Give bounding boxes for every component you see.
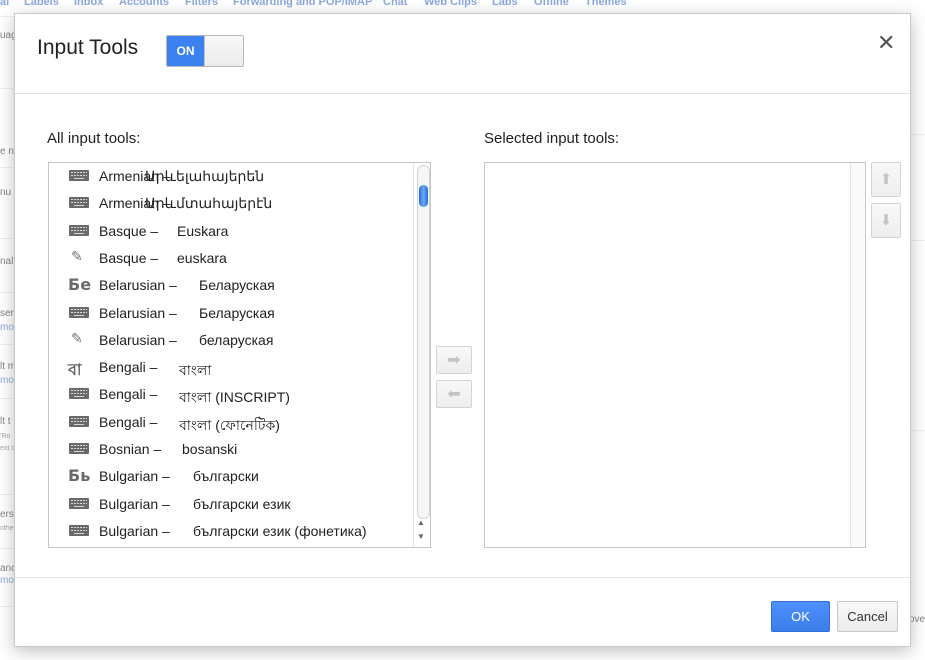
tool-language-name: Bengali – [99,386,158,403]
icon-glyph: Бе [68,275,92,295]
input-tool-item[interactable]: Bengali – বাংলা (INSCRIPT) [49,381,412,408]
keyboard-icon [67,222,91,240]
remove-tool-button[interactable]: ⬅ [436,380,472,408]
toggle-knob[interactable] [204,36,243,66]
tool-language-name: Basque – [99,249,159,266]
tool-language-name: Bengali – [99,359,158,376]
arrow-left-icon: ⬅ [447,384,461,403]
header-divider [15,93,910,94]
ok-button[interactable]: OK [771,601,830,632]
tool-language-name: Bulgarian – [99,522,170,539]
keyboard-icon [67,413,91,431]
tool-native-name: Արևելահայերեն [145,168,265,184]
move-up-button[interactable]: ⬆ [871,162,901,197]
keyboard-icon [67,385,91,403]
tool-native-name: বাংলা [179,362,212,379]
keyboard-glyph [69,524,89,536]
tool-native-name: български [193,468,259,485]
tool-language-name: Belarusian – [99,331,177,348]
pencil-icon: ✎ [67,249,91,267]
input-tool-item[interactable]: Bengali – বাংলা (ফোনেটিক) [49,409,412,436]
tool-native-name: Արևմտահայերէն [145,195,273,212]
keyboard-glyph [69,443,89,454]
scrollbar-track[interactable] [417,165,430,519]
input-tool-item[interactable]: Basque – Euskara [49,218,412,245]
transliteration-icon: Бе [67,275,92,295]
selected-input-tools-label: Selected input tools: [484,130,620,147]
keyboard-icon [67,522,91,540]
selected-input-tools-list[interactable] [484,162,866,548]
input-tool-item[interactable]: Бе Belarusian – Беларуская [49,272,412,299]
footer-divider [15,577,910,578]
input-tool-item[interactable]: ✎ Belarusian – беларуская [49,327,412,354]
input-tool-item[interactable]: Bulgarian – български език (фонетика) [49,518,412,545]
tool-native-name: беларуская [199,331,274,348]
tool-native-name: Euskara [177,222,229,239]
tool-language-name: Belarusian – [99,304,177,321]
selected-list-scrollbar[interactable] [850,163,865,547]
keyboard-glyph [69,306,89,318]
input-tool-item[interactable]: ✎ Basque – euskara [49,245,412,272]
tool-native-name: bosanski [182,441,238,457]
keyboard-icon [67,167,91,185]
tool-language-name: Bosnian – [99,441,162,457]
keyboard-icon [67,194,91,212]
all-input-tools-label: All input tools: [47,130,141,147]
input-tools-toggle[interactable]: ON [166,35,244,67]
add-tool-button[interactable]: ➡ [436,346,472,374]
tool-native-name: български език (фонетика) [193,522,367,539]
input-tool-item[interactable]: Belarusian – Беларуская [49,300,412,327]
close-icon[interactable]: ✕ [877,32,895,54]
icon-glyph: ✎ [71,248,83,265]
tool-native-name: বাংলা (INSCRIPT) [179,389,290,406]
tool-language-name: Basque – [99,222,159,239]
arrow-down-icon: ⬇ [879,211,893,229]
keyboard-glyph [69,388,89,400]
keyboard-glyph [69,197,89,209]
icon-glyph: বা [68,360,82,380]
transliteration-icon: বা [67,358,91,379]
cancel-button[interactable]: Cancel [837,601,898,632]
keyboard-glyph [69,415,89,427]
icon-glyph: ✎ [71,330,83,347]
tool-language-name: Bulgarian – [99,468,170,485]
scrollbar-thumb[interactable] [419,185,428,207]
list-scrollbar[interactable]: ▲ ▼ [413,163,430,547]
keyboard-icon [67,440,91,458]
icon-glyph: Бь [68,466,91,486]
dialog-title: Input Tools [37,36,139,59]
arrow-up-icon: ⬆ [879,170,893,188]
toggle-on-label: ON [167,36,204,66]
scroll-down-icon[interactable]: ▼ [417,532,425,542]
tool-native-name: Беларуская [199,277,275,294]
input-tool-item[interactable]: Bosnian – bosanski [49,436,412,463]
tool-native-name: български език [193,495,291,512]
pencil-icon: ✎ [67,331,91,349]
move-down-button[interactable]: ⬇ [871,203,901,238]
all-input-tools-list[interactable]: Armenian – Արևելահայերեն Armenian – Արևմտահ… [48,162,431,548]
input-tool-item[interactable]: বা Bengali – বাংলা [49,354,412,381]
keyboard-glyph [69,497,89,509]
arrow-right-icon: ➡ [447,350,461,369]
transliteration-icon: Бь [67,466,91,486]
input-tool-item[interactable]: Bulgarian – български език [49,491,412,518]
tool-language-name: Bulgarian – [99,495,170,512]
keyboard-icon [67,304,91,322]
input-tool-item[interactable]: Бь Bulgarian – български [49,463,412,490]
tool-native-name: euskara [177,249,227,266]
keyboard-glyph [69,224,89,236]
keyboard-glyph [69,170,89,181]
tool-language-name: Bengali – [99,413,158,430]
input-tool-item[interactable]: Armenian – Արևմտահայերէն [49,190,412,217]
keyboard-icon [67,495,91,513]
tool-native-name: বাংলা (ফোনেটিক) [179,416,280,433]
tool-language-name: Belarusian – [99,277,177,294]
input-tool-item[interactable]: Armenian – Արևելահայերեն [49,163,412,190]
scroll-up-icon[interactable]: ▲ [417,518,425,528]
tool-native-name: Беларуская [199,304,275,321]
input-tools-dialog: Input Tools ON ✕ All input tools: Select… [14,13,911,647]
